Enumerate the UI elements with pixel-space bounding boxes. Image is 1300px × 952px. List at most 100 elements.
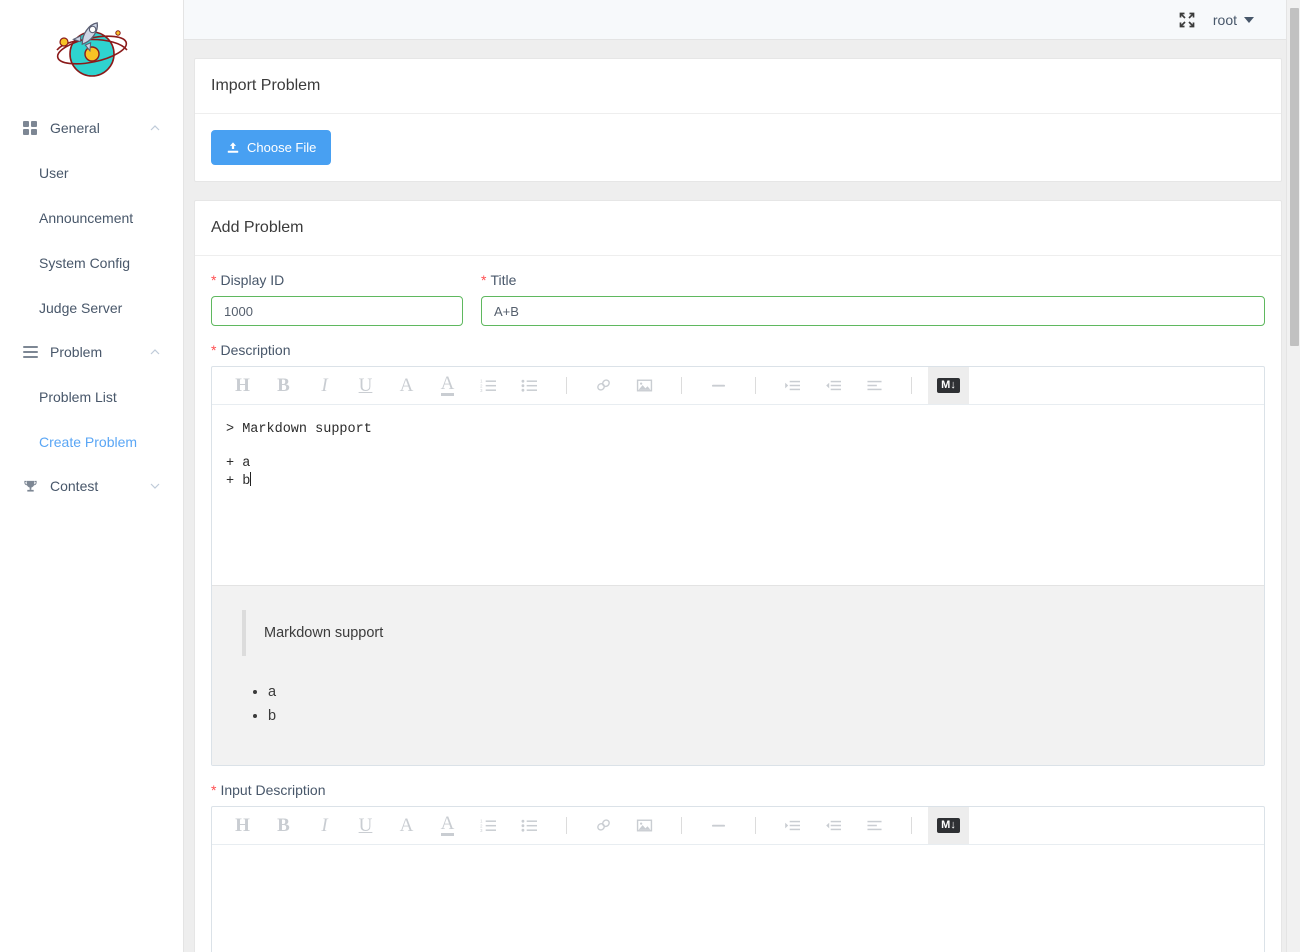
toolbar-divider	[911, 377, 912, 394]
app-logo[interactable]	[0, 0, 183, 98]
align-left-icon[interactable]	[854, 807, 895, 844]
required-marker: *	[481, 272, 487, 288]
required-marker: *	[211, 272, 217, 288]
id-title-row: *Display ID *Title	[211, 272, 1265, 326]
add-problem-body: *Display ID *Title	[195, 256, 1281, 952]
chevron-down-icon	[149, 480, 161, 492]
chevron-up-icon	[149, 346, 161, 358]
description-label-text: Description	[220, 342, 291, 358]
choose-file-label: Choose File	[247, 140, 317, 155]
import-problem-card: Import Problem Choose File	[194, 58, 1282, 182]
sidebar-item-problem-list[interactable]: Problem List	[0, 374, 183, 419]
description-source-text: > Markdown support + a + b	[226, 422, 372, 489]
upload-icon	[226, 141, 240, 155]
toolbar-divider	[755, 817, 756, 834]
markdown-toggle-button[interactable]: M ↓	[928, 367, 969, 404]
description-label: * Description	[211, 342, 1265, 358]
horizontal-rule-icon[interactable]	[698, 367, 739, 404]
sidebar-item-system-config[interactable]: System Config	[0, 240, 183, 285]
sidebar-group-contest[interactable]: Contest	[0, 464, 183, 508]
markdown-badge: M ↓	[937, 378, 960, 393]
ordered-list-icon[interactable]: 1 2 3	[468, 367, 509, 404]
display-id-label: * Display ID	[211, 272, 463, 288]
bold-button[interactable]: B	[263, 367, 304, 404]
toolbar-divider	[566, 817, 567, 834]
font-size-button[interactable]: A	[386, 367, 427, 404]
sidebar-item-label: User	[39, 164, 69, 181]
toolbar-divider	[566, 377, 567, 394]
link-icon[interactable]	[583, 807, 624, 844]
sidebar-group-problem[interactable]: Problem	[0, 330, 183, 374]
display-id-input[interactable]	[211, 296, 463, 326]
sidebar-item-label: System Config	[39, 254, 131, 271]
bold-button[interactable]: B	[263, 807, 304, 844]
import-problem-title: Import Problem	[195, 59, 1281, 114]
display-id-field-group: * Display ID	[211, 272, 463, 326]
sidebar: General User Announcement System Config …	[0, 0, 184, 952]
heading-button[interactable]: H	[222, 807, 263, 844]
sidebar-item-create-problem[interactable]: Create Problem	[0, 419, 183, 464]
description-editor-textarea[interactable]: > Markdown support + a + b	[212, 405, 1264, 585]
italic-button[interactable]: I	[304, 807, 345, 844]
chevron-up-icon	[149, 122, 161, 134]
underline-button[interactable]: U	[345, 367, 386, 404]
italic-button[interactable]: I	[304, 367, 345, 404]
sidebar-item-label: Problem List	[39, 388, 117, 405]
sidebar-item-user[interactable]: User	[0, 150, 183, 195]
top-bar: root	[184, 0, 1300, 40]
unordered-list-icon[interactable]	[509, 367, 550, 404]
unordered-list-icon[interactable]	[509, 807, 550, 844]
sidebar-item-label: Create Problem	[39, 433, 138, 450]
indent-increase-icon[interactable]	[772, 807, 813, 844]
required-marker: *	[211, 782, 217, 798]
toolbar-divider	[681, 377, 682, 394]
indent-increase-icon[interactable]	[772, 367, 813, 404]
indent-decrease-icon[interactable]	[813, 367, 854, 404]
link-icon[interactable]	[583, 367, 624, 404]
display-id-label-text: Display ID	[220, 272, 285, 288]
input-description-editor-toolbar: H B I U A A 1 2 3 M ↓	[212, 807, 1264, 845]
app-root: General User Announcement System Config …	[0, 0, 1300, 952]
sidebar-item-announcement[interactable]: Announcement	[0, 195, 183, 240]
title-label: * Title	[481, 272, 1265, 288]
grid-squares-icon	[22, 120, 38, 136]
sidebar-item-label: Announcement	[39, 209, 134, 226]
user-menu[interactable]: root	[1213, 12, 1254, 28]
input-description-field-group: * Input Description H B I U A A 1 2 3 M …	[211, 782, 1265, 952]
input-description-label: * Input Description	[211, 782, 1265, 798]
sidebar-group-general[interactable]: General	[0, 106, 183, 150]
toolbar-divider	[911, 817, 912, 834]
fullscreen-expand-icon[interactable]	[1179, 12, 1195, 28]
indent-decrease-icon[interactable]	[813, 807, 854, 844]
scrollbar-thumb[interactable]	[1290, 8, 1299, 346]
choose-file-button[interactable]: Choose File	[211, 130, 332, 165]
font-size-button[interactable]: A	[386, 807, 427, 844]
ordered-list-icon[interactable]: 1 2 3	[468, 807, 509, 844]
image-icon[interactable]	[624, 807, 665, 844]
page-vertical-scrollbar[interactable]	[1286, 0, 1300, 952]
rocket-planet-logo-icon	[55, 22, 128, 77]
main-region: root Import Problem Choose File Add Prob…	[184, 0, 1300, 952]
input-description-editor: H B I U A A 1 2 3 M ↓	[211, 806, 1265, 952]
markdown-toggle-button[interactable]: M ↓	[928, 807, 969, 844]
font-color-button[interactable]: A	[427, 807, 468, 844]
description-field-group: * Description H B I U A A 1 2 3 M ↓ > Ma…	[211, 342, 1265, 766]
sidebar-item-judge-server[interactable]: Judge Server	[0, 285, 183, 330]
add-problem-title: Add Problem	[195, 201, 1281, 256]
title-field-group: * Title	[481, 272, 1265, 326]
heading-button[interactable]: H	[222, 367, 263, 404]
image-icon[interactable]	[624, 367, 665, 404]
chevron-down-icon	[1244, 16, 1254, 23]
svg-text:3: 3	[480, 388, 483, 393]
sidebar-group-general-label: General	[50, 120, 100, 136]
font-color-button[interactable]: A	[427, 367, 468, 404]
trophy-icon	[22, 478, 38, 494]
horizontal-rule-icon[interactable]	[698, 807, 739, 844]
add-problem-card: Add Problem *Display ID *Title	[194, 200, 1282, 952]
title-input[interactable]	[481, 296, 1265, 326]
align-left-icon[interactable]	[854, 367, 895, 404]
description-editor: H B I U A A 1 2 3 M ↓ > Markdown support…	[211, 366, 1265, 766]
input-description-editor-textarea[interactable]	[212, 845, 1264, 952]
preview-bullet-list: a b	[242, 684, 1234, 724]
underline-button[interactable]: U	[345, 807, 386, 844]
